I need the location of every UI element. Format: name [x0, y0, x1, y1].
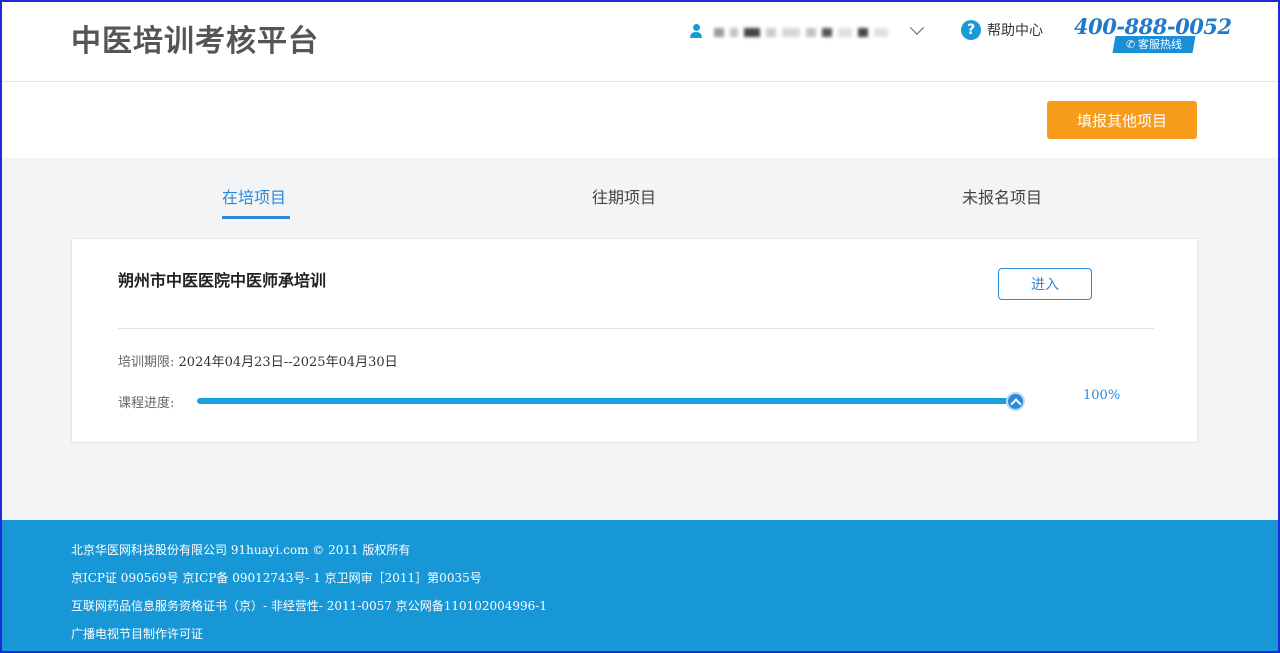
divider	[118, 328, 1154, 329]
service-hotline: 400-888-0052 ✆ 客服热线	[1074, 14, 1232, 54]
project-card: 朔州市中医医院中医师承培训 进入 培训期限: 2024年04月23日--2025…	[71, 238, 1198, 443]
progress-bar	[197, 392, 1025, 411]
training-period: 培训期限: 2024年04月23日--2025年04月30日	[118, 351, 398, 370]
user-icon	[690, 24, 702, 40]
footer: 北京华医网科技股份有限公司 91huayi.com © 2011 版权所有 京I…	[0, 520, 1280, 653]
active-tab-indicator	[222, 216, 290, 219]
progress-label: 课程进度:	[118, 396, 175, 411]
project-tabs: 在培项目 往期项目 未报名项目	[0, 158, 1280, 228]
progress-percent: 100%	[1083, 388, 1121, 403]
help-center-link[interactable]: ? 帮助中心	[961, 20, 1043, 40]
tab-unregistered-projects[interactable]: 未报名项目	[962, 184, 1042, 208]
username-redacted	[714, 23, 904, 41]
tab-past-projects[interactable]: 往期项目	[592, 184, 656, 208]
footer-icp: 京ICP证 090569号 京ICP备 09012743号- 1 京卫网审［20…	[71, 571, 482, 585]
project-title: 朔州市中医医院中医师承培训	[118, 271, 327, 290]
period-value: 2024年04月23日--2025年04月30日	[178, 355, 398, 370]
progress-fill	[197, 398, 1015, 404]
hotline-label: 客服热线	[1138, 38, 1183, 51]
site-title: 中医培训考核平台	[71, 24, 319, 59]
progress-handle-icon	[1006, 392, 1025, 411]
question-icon: ?	[961, 20, 981, 40]
tab-current-projects[interactable]: 在培项目	[222, 184, 286, 208]
hotline-badge: ✆ 客服热线	[1112, 36, 1196, 53]
user-menu[interactable]	[690, 20, 925, 42]
help-center-label: 帮助中心	[987, 23, 1043, 39]
top-header: 中医培训考核平台 ? 帮助中心 400-888-0052 ✆ 客服热线	[0, 0, 1280, 82]
fill-other-project-button[interactable]: 填报其他项目	[1047, 101, 1197, 139]
phone-icon: ✆	[1125, 38, 1135, 51]
content-area: 在培项目 往期项目 未报名项目 朔州市中医医院中医师承培训 进入 培训期限: 2…	[0, 158, 1280, 520]
footer-broadcast-license: 广播电视节目制作许可证	[71, 627, 204, 641]
enter-button[interactable]: 进入	[998, 268, 1092, 300]
period-label: 培训期限:	[118, 355, 175, 370]
footer-copyright: 北京华医网科技股份有限公司 91huayi.com © 2011 版权所有	[71, 543, 411, 557]
chevron-down-icon[interactable]	[909, 20, 925, 35]
footer-drug-license: 互联网药品信息服务资格证书（京）- 非经营性- 2011-0057 京公网备11…	[71, 599, 547, 613]
